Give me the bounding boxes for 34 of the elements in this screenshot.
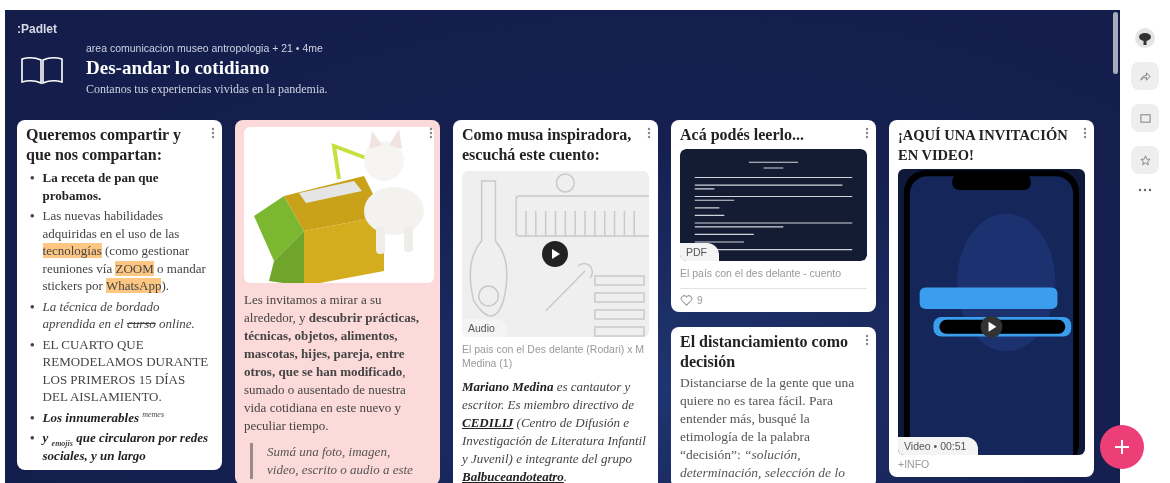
list-item: La técnica de bordado aprendida en el curso online. [42, 297, 196, 333]
post-title: Como musa inspiradora, escuchá este cuento: [462, 125, 633, 165]
post-title: ¡AQUÍ UNA INVITACIÓN EN VIDEO! [898, 126, 1069, 165]
post-card[interactable]: Acá podés leerlo... PDF El país con el des delante - cuento 9 [671, 120, 876, 312]
bullet-mark: • [30, 335, 35, 353]
board-subtitle: Contanos tus experiencias vividas en la pandemia. [86, 82, 328, 97]
post-text: Les invitamos a mirar a su alrededor, y descubrir prácticas, técnicas, objetos, alimentos, mascotas, hijes, pareja, entre otros, que se han modificado, sumado o ausentado de nuestra vida cotidiana en este nuevo y peculiar tiempo. [244, 291, 421, 435]
link[interactable]: CEDILIJ [462, 415, 514, 430]
attribution: area comunicacion museo antropologia + 21 • 4me [86, 42, 323, 54]
bullet-mark: • [30, 429, 35, 447]
board-title: Des-andar lo cotidiano [86, 57, 270, 79]
post-text: Mariano Medina es cantautor y escritor. Es miembro directivo de CEDILIJ (Centro de Difusión e Investigación de Literatura Infantil y Juvenil) e integrante del grupo Balbuceandoteatro. [462, 378, 647, 483]
media-type-label: Video • 00:51 [898, 437, 979, 455]
bullet-mark: • [30, 297, 35, 315]
list-item: EL CUARTO QUE REMODELAMOS DURANTE LOS PRIMEROS 15 DÍAS DEL AISLAMIENTO. [42, 335, 210, 406]
post-card[interactable]: ¡AQUÍ UNA INVITACIÓN EN VIDEO! Video • 00:51 +INFO [889, 120, 1094, 477]
list-item: y $_{emojis}$ que circularon por redes sociales, y un largo [42, 429, 209, 464]
bullet-mark: • [30, 169, 35, 187]
like-count: 9 [697, 295, 703, 306]
list-item: Los innumerables $^{memes}$ [42, 408, 165, 426]
bullet-mark: • [30, 207, 35, 225]
padlet-logo[interactable]: :Padlet [17, 22, 57, 36]
media-type-label: PDF [680, 243, 719, 261]
list-item: La receta de pan que probamos. [42, 169, 160, 204]
list-item: Las nuevas habilidades adquiridas en el uso de las tecnologías (como gestionar reuniones vía ZOOM o mandar stickers por WhatsApp). [42, 207, 207, 295]
media-type-label: Audio [462, 319, 507, 337]
link[interactable]: Balbuceandoteatro [462, 469, 564, 483]
post-title: Acá podés leerlo... [680, 125, 805, 145]
bullet-mark: • [30, 408, 35, 426]
post-title: El distanciamiento como decisión [680, 332, 849, 372]
post-card[interactable]: El distanciamiento como decisión Distanciarse de la gente que una quiere no es tarea fácil. Para entender más, busqué la etimología de la palabra “decisión”: “solución, determinación, selección de lo [671, 327, 876, 483]
post-title: Queremos compartir y que nos compartan: [26, 125, 182, 165]
post-text: Distanciarse de la gente que una quiere no es tarea fácil. Para entender más, busqué la etimología de la palabra “decisión”: “solución, determinación, selección de lo [680, 374, 856, 482]
quote-text: Sumá una foto, imagen, video, escrito o audio a este [250, 443, 417, 479]
